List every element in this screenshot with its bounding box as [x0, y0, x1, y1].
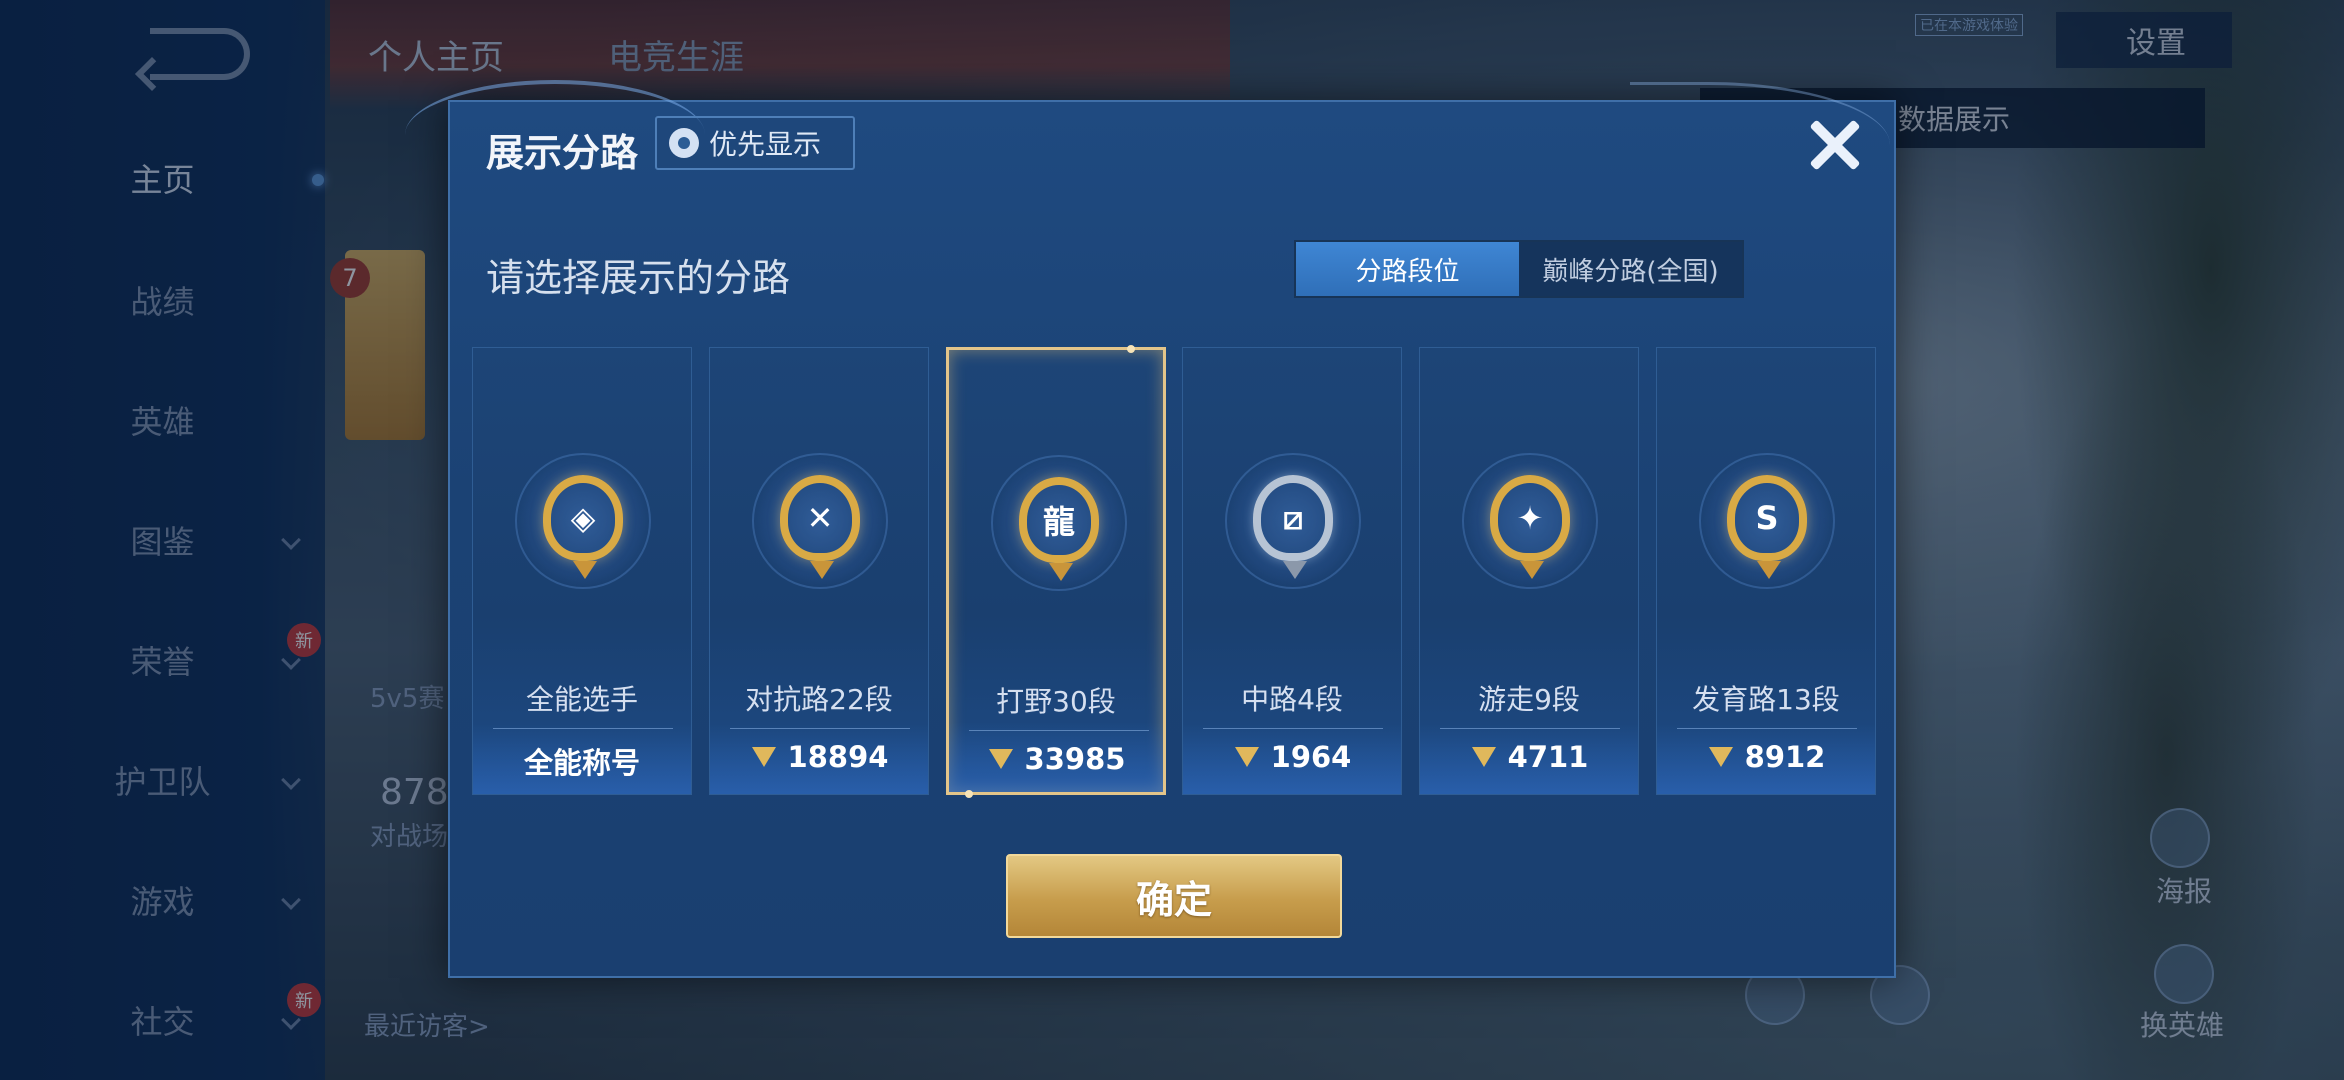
lane-card-value: 1964 — [1183, 740, 1401, 774]
mid-lane-badge-icon: ⧄ — [1253, 475, 1333, 579]
lane-card-value: 8912 — [1657, 740, 1875, 774]
lane-card-value: 4711 — [1420, 740, 1638, 774]
lane-card-title: 全能选手 — [525, 683, 638, 716]
badge-symbol: ✕ — [806, 499, 834, 537]
divider — [1440, 728, 1620, 729]
toggle-peak-lane[interactable]: 巅峰分路(全国) — [1519, 242, 1742, 296]
rank-points-icon — [987, 747, 1015, 771]
farm-lane-badge-icon: S — [1727, 475, 1807, 579]
badge-symbol: ◈ — [570, 499, 596, 537]
close-icon[interactable] — [1802, 112, 1866, 176]
lane-card-value-text: 4711 — [1507, 740, 1589, 774]
divider — [1677, 728, 1857, 729]
lane-card[interactable]: ◈ 全能选手全能称号 — [472, 347, 692, 795]
lane-display-dialog: 展示分路 优先显示 请选择展示的分路 分路段位 巅峰分路(全国) ◈ 全能选手全能… — [405, 80, 1896, 978]
lane-card[interactable]: ✦ 游走9段 4711 — [1419, 347, 1639, 795]
divider — [969, 730, 1149, 731]
clash-lane-badge-icon: ✕ — [780, 475, 860, 579]
lane-mode-toggle: 分路段位 巅峰分路(全国) — [1294, 240, 1744, 298]
all-round-badge-icon: ◈ — [543, 475, 623, 579]
badge-symbol: 龍 — [1042, 503, 1075, 541]
lane-card-value: 33985 — [949, 742, 1163, 776]
badge-symbol: ✦ — [1516, 499, 1544, 537]
lane-card-value-text: 全能称号 — [523, 746, 640, 780]
rank-points-icon — [750, 745, 778, 769]
divider — [493, 728, 673, 729]
priority-display-label: 优先显示 — [709, 128, 822, 161]
gear-icon — [669, 128, 699, 158]
confirm-label: 确定 — [1135, 877, 1212, 922]
lane-card-value-text: 18894 — [787, 740, 889, 774]
priority-display-button[interactable]: 优先显示 — [655, 116, 855, 170]
lane-card-title: 游走9段 — [1478, 683, 1580, 716]
confirm-button[interactable]: 确定 — [1006, 854, 1342, 938]
lane-card-value: 全能称号 — [473, 740, 691, 782]
lane-card[interactable]: S 发育路13段 8912 — [1656, 347, 1876, 795]
lane-card-title: 对抗路22段 — [745, 683, 893, 716]
toggle-lane-rank[interactable]: 分路段位 — [1296, 242, 1519, 296]
lane-card-title: 打野30段 — [996, 685, 1116, 718]
lane-card-value: 18894 — [710, 740, 928, 774]
rank-points-icon — [1707, 745, 1735, 769]
jungle-dragon-badge-icon: 龍 — [1019, 477, 1099, 581]
lane-card[interactable]: ⧄ 中路4段 1964 — [1182, 347, 1402, 795]
lane-card-title: 中路4段 — [1241, 683, 1343, 716]
divider — [730, 728, 910, 729]
rank-points-icon — [1233, 745, 1261, 769]
divider — [1203, 728, 1383, 729]
selection-corner-dot — [965, 790, 973, 798]
lane-card-value-text: 33985 — [1024, 742, 1126, 776]
lane-card-title: 发育路13段 — [1692, 683, 1840, 716]
badge-symbol: ⧄ — [1282, 498, 1304, 537]
lane-card-value-text: 1964 — [1270, 740, 1352, 774]
selection-corner-dot — [1127, 345, 1135, 353]
lane-card-list: ◈ 全能选手全能称号 ✕ 对抗路22段 18894 龍打野30段 33985 ⧄ 中路4段 196… — [472, 345, 1876, 798]
lane-card[interactable]: ✕ 对抗路22段 18894 — [709, 347, 929, 795]
roam-wings-badge-icon: ✦ — [1490, 475, 1570, 579]
lane-card[interactable]: 龍打野30段 33985 — [946, 345, 1166, 798]
dialog-title: 展示分路 — [486, 131, 639, 175]
lane-card-value-text: 8912 — [1744, 740, 1826, 774]
rank-points-icon — [1470, 745, 1498, 769]
badge-symbol: S — [1755, 499, 1779, 537]
select-lane-prompt: 请选择展示的分路 — [486, 256, 791, 300]
